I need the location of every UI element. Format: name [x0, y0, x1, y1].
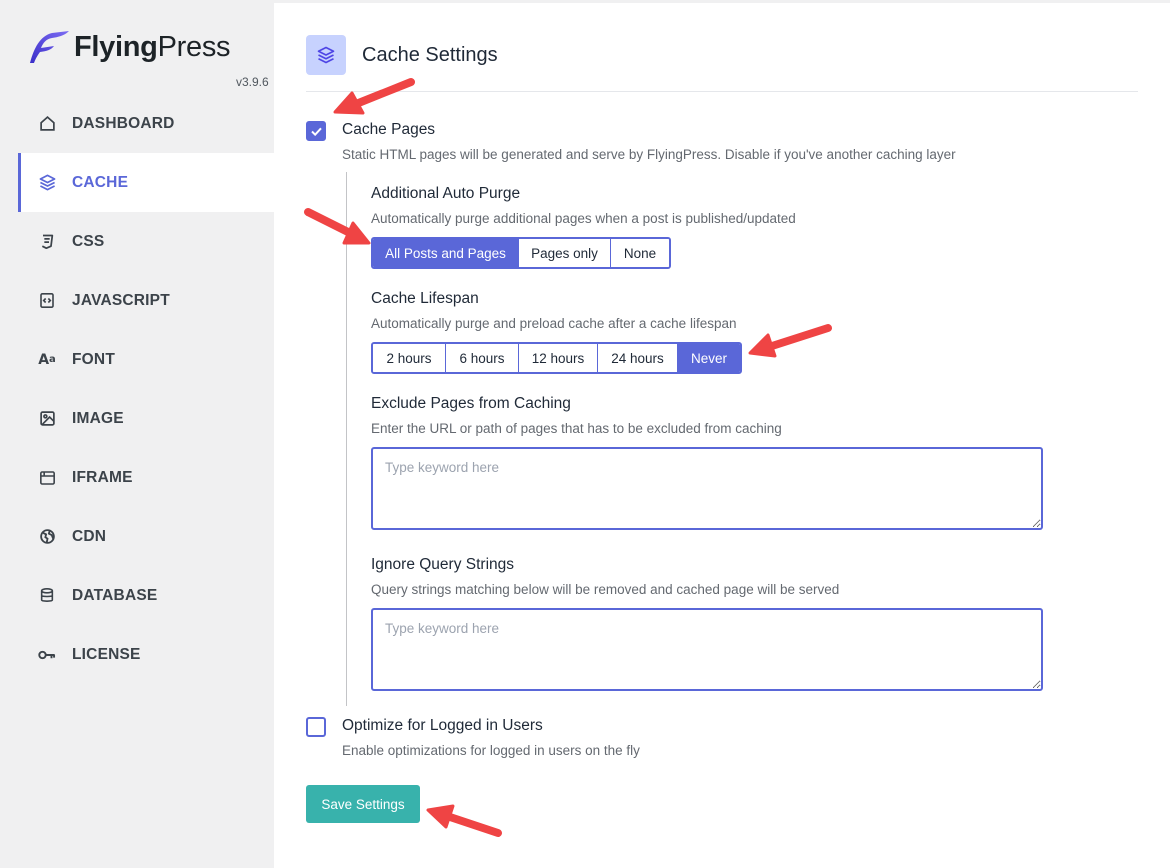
- exclude-pages-title: Exclude Pages from Caching: [371, 395, 571, 412]
- ignore-query-title: Ignore Query Strings: [371, 556, 515, 573]
- sidebar-item-iframe[interactable]: IFRAME: [18, 448, 274, 507]
- sidebar-item-label: DATABASE: [72, 586, 158, 604]
- check-icon: [310, 127, 322, 136]
- sidebar-item-cache[interactable]: CACHE: [18, 153, 274, 212]
- css3-icon: [38, 233, 56, 251]
- flyingpress-logo-icon: [30, 31, 69, 63]
- sidebar-item-css[interactable]: CSS: [18, 212, 274, 271]
- layers-icon: [38, 174, 56, 192]
- sidebar-item-label: IMAGE: [72, 409, 124, 427]
- top-border: [274, 0, 1170, 3]
- arrow-icon: [333, 78, 415, 115]
- nested-options-line: [346, 172, 347, 706]
- version-label: v3.9.6: [236, 75, 269, 89]
- auto-purge-option-pages[interactable]: Pages only: [519, 239, 611, 267]
- sidebar-item-database[interactable]: DATABASE: [18, 566, 274, 625]
- cache-pages-label: Cache Pages: [342, 121, 436, 138]
- divider: [306, 91, 1138, 92]
- lifespan-option-12h[interactable]: 12 hours: [519, 344, 598, 372]
- sidebar-item-label: DASHBOARD: [72, 114, 175, 132]
- auto-purge-button-group: All Posts and Pages Pages only None: [371, 237, 671, 269]
- lifespan-option-2h[interactable]: 2 hours: [373, 344, 446, 372]
- image-icon: [38, 410, 56, 428]
- exclude-pages-input[interactable]: [371, 447, 1043, 530]
- window-icon: [38, 469, 56, 487]
- auto-purge-description: Automatically purge additional pages whe…: [371, 211, 796, 226]
- ignore-query-input[interactable]: [371, 608, 1043, 691]
- lifespan-option-6h[interactable]: 6 hours: [446, 344, 519, 372]
- sidebar-item-label: IFRAME: [72, 468, 133, 486]
- sidebar-item-label: CSS: [72, 232, 105, 250]
- logged-in-description: Enable optimizations for logged in users…: [342, 743, 640, 758]
- cache-pages-description: Static HTML pages will be generated and …: [342, 147, 956, 162]
- auto-purge-option-none[interactable]: None: [611, 239, 669, 267]
- brand-logo[interactable]: FlyingPress: [28, 30, 231, 64]
- sidebar-item-license[interactable]: LICENSE: [18, 625, 274, 684]
- arrow-icon: [748, 324, 832, 358]
- code-file-icon: [38, 292, 56, 310]
- sidebar: FlyingPress v3.9.6 DASHBOARD CACHE CSS J…: [0, 0, 274, 868]
- sidebar-item-label: CDN: [72, 527, 107, 545]
- globe-icon: [38, 528, 56, 546]
- sidebar-item-image[interactable]: IMAGE: [18, 389, 274, 448]
- save-settings-button[interactable]: Save Settings: [306, 785, 420, 823]
- home-icon: [38, 115, 56, 133]
- font-icon: Aa: [38, 351, 56, 368]
- auto-purge-title: Additional Auto Purge: [371, 185, 521, 202]
- sidebar-item-label: FONT: [72, 350, 115, 368]
- ignore-query-description: Query strings matching below will be rem…: [371, 582, 840, 597]
- lifespan-option-never[interactable]: Never: [678, 344, 740, 372]
- sidebar-item-javascript[interactable]: JAVASCRIPT: [18, 271, 274, 330]
- lifespan-option-24h[interactable]: 24 hours: [598, 344, 678, 372]
- sidebar-item-dashboard[interactable]: DASHBOARD: [18, 94, 274, 153]
- arrow-icon: [426, 804, 502, 837]
- sidebar-item-label: LICENSE: [72, 645, 141, 663]
- sidebar-item-cdn[interactable]: CDN: [18, 507, 274, 566]
- lifespan-description: Automatically purge and preload cache af…: [371, 316, 737, 331]
- page-title: Cache Settings: [362, 44, 498, 66]
- key-icon: [38, 646, 56, 664]
- arrow-icon: [304, 208, 371, 245]
- lifespan-title: Cache Lifespan: [371, 290, 479, 307]
- auto-purge-option-all[interactable]: All Posts and Pages: [373, 239, 519, 267]
- layers-icon: [306, 35, 346, 75]
- exclude-pages-description: Enter the URL or path of pages that has …: [371, 421, 782, 436]
- logged-in-checkbox[interactable]: [306, 717, 326, 737]
- sidebar-item-label: JAVASCRIPT: [72, 291, 170, 309]
- database-icon: [38, 587, 56, 605]
- sidebar-item-label: CACHE: [72, 173, 129, 191]
- lifespan-button-group: 2 hours 6 hours 12 hours 24 hours Never: [371, 342, 742, 374]
- logged-in-label: Optimize for Logged in Users: [342, 717, 543, 734]
- sidebar-item-font[interactable]: Aa FONT: [18, 330, 274, 389]
- brand-name: FlyingPress: [74, 30, 231, 63]
- cache-pages-checkbox[interactable]: [306, 121, 326, 141]
